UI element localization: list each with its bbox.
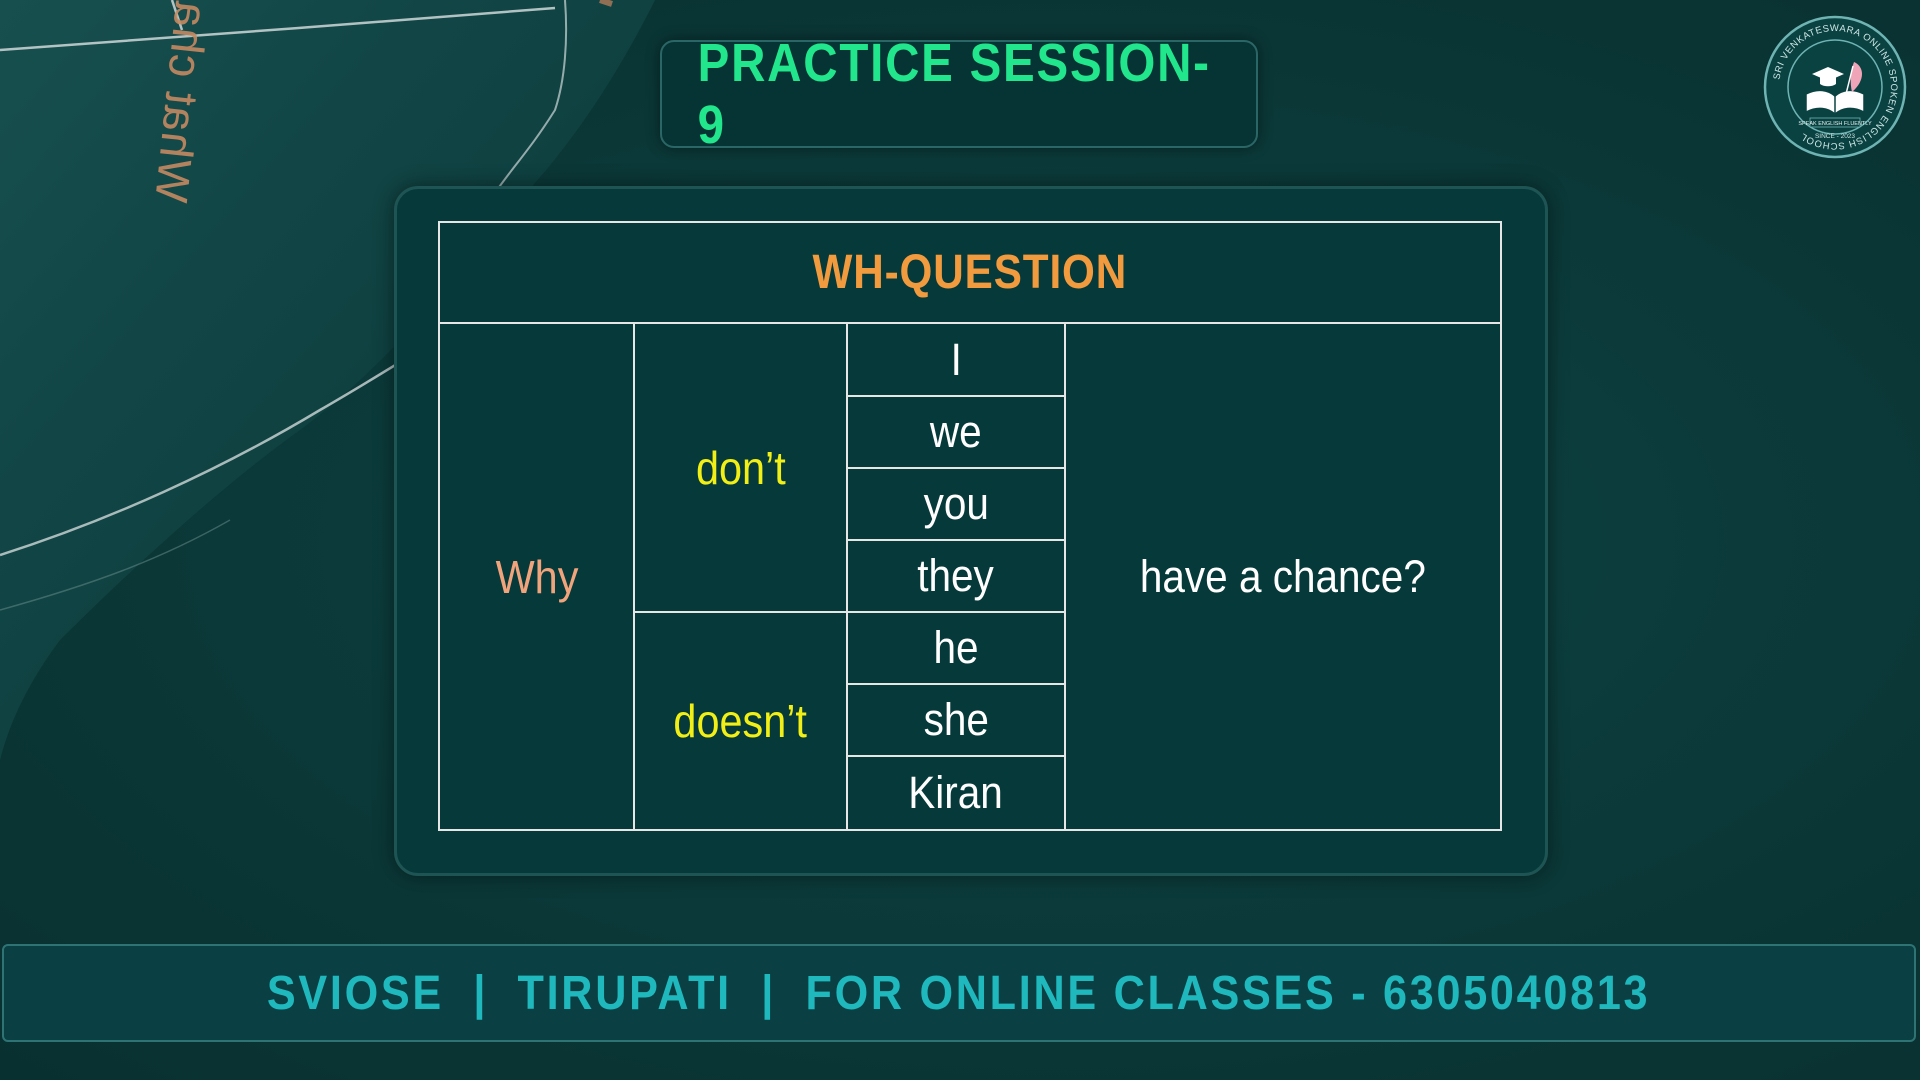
subject-they: they	[917, 550, 995, 601]
footer-banner: SVIOSE | TIRUPATI | FOR ONLINE CLASSES -…	[2, 944, 1916, 1042]
logo-tagline: SPEAK ENGLISH FLUENTLY	[1798, 121, 1872, 127]
subject-kiran: Kiran	[908, 767, 1004, 818]
subject-cell: she	[848, 685, 1064, 755]
table-header: WH-QUESTION	[440, 223, 1500, 324]
logo-emblem-icon: SRI VENKATESWARA ONLINE SPOKEN ENGLISH S…	[1763, 15, 1907, 159]
aux-dont: don’t	[695, 441, 786, 494]
wh-word-cell: Why	[440, 324, 633, 829]
subject-cell: you	[848, 469, 1064, 539]
aux-cell-dont: don’t	[635, 324, 846, 611]
aux-cell-doesnt: doesn’t	[635, 613, 846, 829]
wh-question-table: WH-QUESTION Why don’t doesn’t I we you t…	[438, 221, 1502, 831]
subject-i: I	[950, 333, 962, 385]
subject-you: you	[923, 478, 989, 529]
table-header-text: WH-QUESTION	[812, 246, 1128, 299]
subject-we: we	[930, 406, 982, 457]
school-logo: SRI VENKATESWARA ONLINE SPOKEN ENGLISH S…	[1762, 14, 1908, 160]
page-title: PRACTICE SESSION-9	[697, 33, 1211, 155]
predicate-text: have a chance?	[1140, 550, 1426, 602]
title-box: PRACTICE SESSION-9	[660, 33, 1258, 155]
wh-word: Why	[495, 550, 578, 603]
subject-cell: we	[848, 397, 1064, 467]
footer-text: SVIOSE | TIRUPATI | FOR ONLINE CLASSES -…	[267, 966, 1651, 1020]
subject-cell: he	[848, 613, 1064, 683]
subject-cell: Kiran	[848, 757, 1064, 829]
subject-she: she	[923, 694, 989, 745]
subject-cell: I	[848, 324, 1064, 395]
aux-doesnt: doesn’t	[673, 695, 808, 747]
predicate-cell: have a chance?	[1066, 324, 1500, 829]
logo-since: SINCE - 2023	[1815, 133, 1855, 140]
subject-cell: they	[848, 541, 1064, 611]
subject-he: he	[933, 622, 979, 673]
